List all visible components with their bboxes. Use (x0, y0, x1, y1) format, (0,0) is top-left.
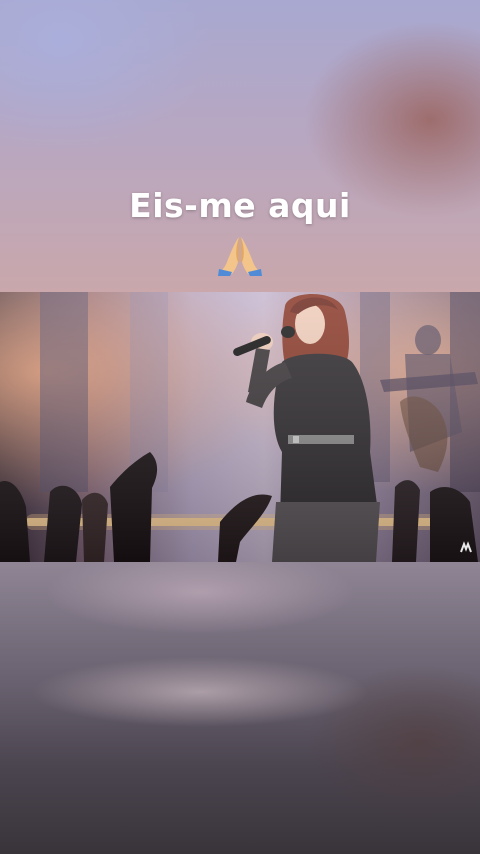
channel-logo-icon (460, 541, 472, 553)
video-frame-scene (0, 292, 480, 562)
story-caption: Eis-me aqui (129, 186, 351, 225)
video-player[interactable] (0, 292, 480, 562)
folded-hands-emoji-icon (0, 234, 480, 276)
story-frame[interactable]: Eis-me aqui (0, 0, 480, 854)
blurred-backdrop-bottom (0, 562, 480, 854)
